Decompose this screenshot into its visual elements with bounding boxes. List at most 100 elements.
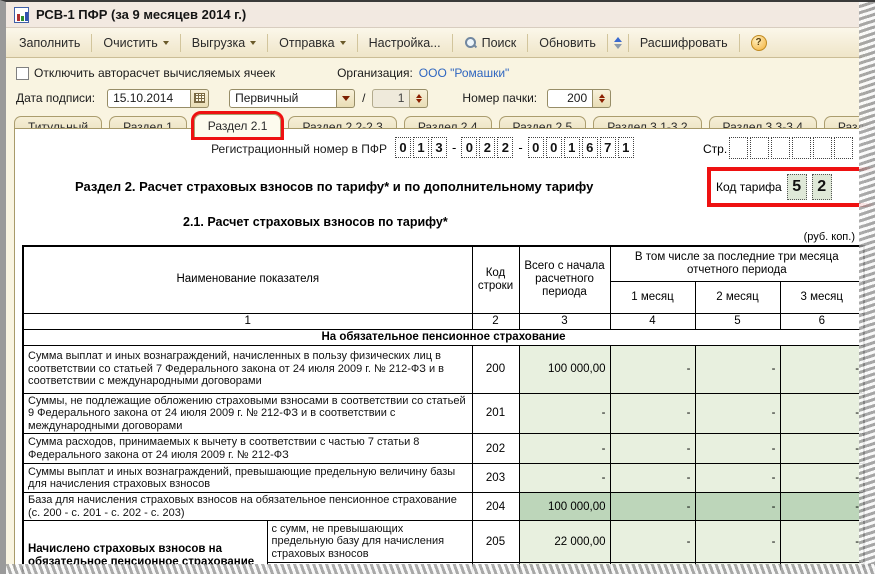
row-203-m3-cell[interactable]: - <box>779 463 865 493</box>
pack-number-stepper[interactable] <box>593 88 612 108</box>
tariff-digit-cell[interactable]: 2 <box>811 174 832 200</box>
toolbar-separator <box>606 33 608 52</box>
row-202-m3-cell[interactable]: - <box>779 433 865 464</box>
send-button-label: Отправка <box>279 35 335 50</box>
position-arrows-button[interactable] <box>610 35 626 51</box>
fill-button[interactable]: Заполнить <box>10 32 89 54</box>
search-button[interactable]: Поиск <box>455 32 526 54</box>
page-label: Стр. <box>703 142 728 156</box>
row-200-total-cell[interactable]: 100 000,00 <box>518 344 611 394</box>
subsection-2-1-title: 2.1. Расчет страховых взносов по тарифу* <box>183 215 448 229</box>
row-201-m1-cell[interactable]: - <box>609 392 696 434</box>
row-201-name: Суммы, не подлежащие обложению страховым… <box>22 392 473 434</box>
row-203-total-cell[interactable]: - <box>518 463 611 493</box>
disable-autocalc-label: Отключить авторасчет вычисляемых ячеек <box>34 66 276 80</box>
row-202-m1-cell[interactable]: - <box>609 433 696 464</box>
row-203-m1-cell[interactable]: - <box>609 463 696 493</box>
title-bar: РСВ-1 ПФР (за 9 месяцев 2014 г.) <box>6 2 875 28</box>
row-201-m3-cell[interactable]: - <box>779 392 865 434</box>
col-header-name: Наименование показателя <box>22 245 473 314</box>
row-205-m3-cell[interactable]: - <box>779 520 865 563</box>
row-204-m3-cell[interactable]: - <box>779 492 865 521</box>
row-202-m2-cell[interactable]: - <box>694 433 781 464</box>
decode-button-label: Расшифровать <box>639 35 728 50</box>
row-205-m2-cell[interactable]: - <box>694 520 781 563</box>
spinner-arrows-icon <box>598 93 605 103</box>
reg-digit-cell[interactable]: 7 <box>599 137 616 158</box>
clear-menu-button[interactable]: Очистить <box>94 32 177 54</box>
reg-digit-cell[interactable]: 0 <box>545 137 562 158</box>
settings-button[interactable]: Настройка... <box>360 32 450 54</box>
row-200-m3-cell[interactable]: - <box>779 344 865 394</box>
refresh-button[interactable]: Обновить <box>530 32 605 54</box>
reg-digit-cell[interactable]: 2 <box>497 137 514 158</box>
torn-edge-right <box>859 2 875 574</box>
correction-number-input[interactable]: 1 <box>372 88 411 108</box>
row-205-m1-cell[interactable]: - <box>609 520 696 563</box>
organization-label: Организация: <box>337 66 413 80</box>
disable-autocalc-checkbox[interactable] <box>16 66 29 80</box>
row-200-m1-cell[interactable]: - <box>609 344 696 394</box>
reg-digit-cell[interactable]: 1 <box>413 137 429 158</box>
help-button[interactable]: ? <box>742 31 776 55</box>
row-204-m1-cell[interactable]: - <box>609 492 696 521</box>
row-202-total-cell[interactable]: - <box>518 433 611 464</box>
reg-digit-cell[interactable]: 0 <box>527 137 544 158</box>
page-digit-cell[interactable] <box>729 137 748 159</box>
row-200-m2-cell[interactable]: - <box>694 344 781 394</box>
decode-button[interactable]: Расшифровать <box>631 32 737 54</box>
row-204-m2-cell[interactable]: - <box>694 492 781 521</box>
col-num: 1 <box>22 312 473 330</box>
row-203-code: 203 <box>471 463 520 493</box>
calendar-button[interactable] <box>191 88 210 108</box>
row-201-m2-cell[interactable]: - <box>694 392 781 434</box>
page-digit-cell[interactable] <box>813 137 832 159</box>
reg-digit-cell[interactable]: 1 <box>563 137 580 158</box>
page-digit-cell[interactable] <box>771 137 790 159</box>
page-digit-cell[interactable] <box>834 137 853 159</box>
row-203-m2-cell[interactable]: - <box>694 463 781 493</box>
row-204-total-cell[interactable]: 100 000,00 <box>518 492 611 521</box>
settings-button-label: Настройка... <box>368 35 441 50</box>
reg-digit-cell[interactable]: 2 <box>479 137 496 158</box>
row-202-code: 202 <box>471 433 520 464</box>
reg-digit-cell[interactable]: 3 <box>431 137 447 158</box>
report-type-select[interactable]: Первичный <box>229 88 338 108</box>
tariff-digit-cell[interactable]: 5 <box>786 174 807 200</box>
row-204-name: База для начисления страховых взносов на… <box>22 492 473 521</box>
reg-digit-cell[interactable]: 0 <box>395 137 411 158</box>
toolbar: Заполнить Очистить Выгрузка Отправка Нас… <box>6 28 875 58</box>
reg-digit-cell[interactable]: 6 <box>581 137 598 158</box>
tab-razdel-2-1[interactable]: Раздел 2.1 <box>190 111 285 140</box>
report-type-dropdown-button[interactable] <box>337 88 356 108</box>
reg-digit-cell[interactable]: 0 <box>461 137 478 158</box>
row-200-code: 200 <box>471 344 520 394</box>
pack-number-field: 200 <box>547 88 612 108</box>
page-digit-cell[interactable] <box>750 137 769 159</box>
pack-number-label: Номер пачки: <box>462 91 538 105</box>
row-205-sub-name: с сумм, не превышающих предельную базу д… <box>266 520 473 563</box>
clear-button-label: Очистить <box>103 35 158 50</box>
reg-dash: - <box>518 140 523 155</box>
section-2-title: Раздел 2. Расчет страховых взносов по та… <box>75 179 594 194</box>
sign-date-input[interactable]: 15.10.2014 <box>107 88 192 108</box>
pack-number-input[interactable]: 200 <box>547 88 594 108</box>
table-row: Сумма расходов, принимаемых к вычету в с… <box>22 433 865 464</box>
col-header-group: В том числе за последние три месяца отче… <box>609 245 865 282</box>
registration-number-cells: 0 1 3 - 0 2 2 - 0 0 1 6 7 1 <box>395 137 634 158</box>
col-num: 2 <box>471 312 520 330</box>
arrow-down-icon <box>613 43 622 49</box>
correction-number-stepper[interactable] <box>410 88 429 108</box>
reg-digit-cell[interactable]: 1 <box>617 137 634 158</box>
chevron-down-icon <box>250 40 257 45</box>
column-numbers-row: 1 2 3 4 5 6 <box>22 312 865 330</box>
organization-link[interactable]: ООО "Ромашки" <box>419 66 510 80</box>
form-panel: Регистрационный номер в ПФР 0 1 3 - 0 2 … <box>14 128 875 574</box>
row-201-total-cell[interactable]: - <box>518 392 611 434</box>
export-menu-button[interactable]: Выгрузка <box>183 32 265 54</box>
page-digit-cell[interactable] <box>792 137 811 159</box>
row-205-total-cell[interactable]: 22 000,00 <box>518 520 611 563</box>
send-menu-button[interactable]: Отправка <box>270 32 354 54</box>
col-num: 4 <box>609 312 696 330</box>
table-row: База для начисления страховых взносов на… <box>22 492 865 521</box>
